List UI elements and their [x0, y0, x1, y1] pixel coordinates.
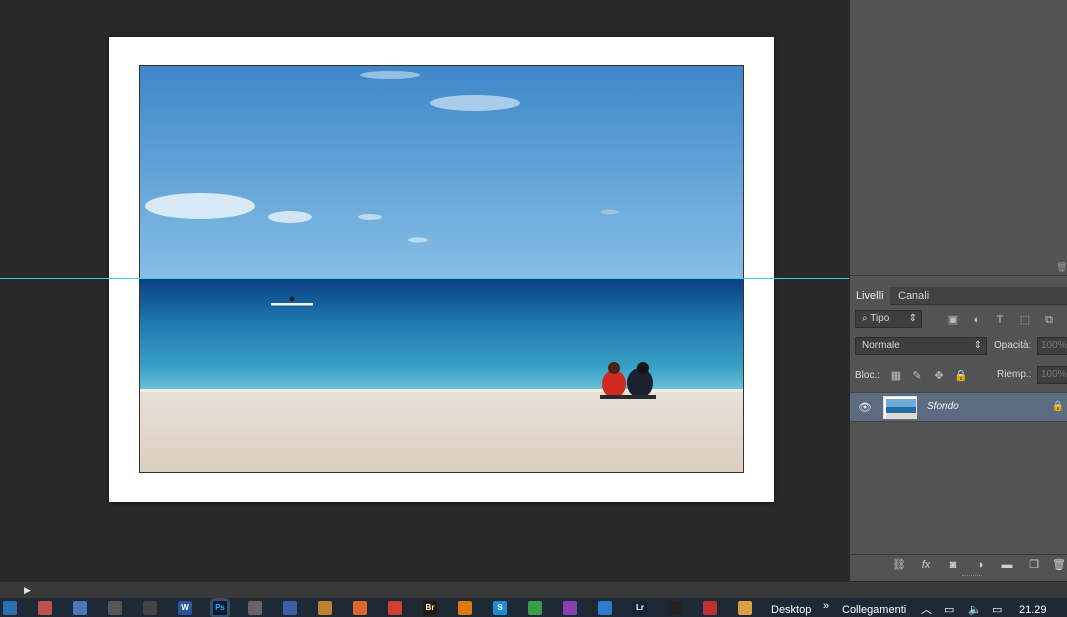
notepad-icon[interactable] [73, 601, 87, 615]
editor-icon[interactable] [563, 601, 577, 615]
bridge-icon[interactable]: Br [423, 601, 437, 615]
folder-icon[interactable]: ▬ [1000, 558, 1014, 572]
app-icon[interactable] [283, 601, 297, 615]
fill-label: Riemp.: [997, 369, 1032, 380]
panel-trash-icon[interactable]: 🗑 [1056, 262, 1067, 272]
layer-thumbnail [883, 396, 917, 419]
lock-transparent-icon[interactable]: ▦ [889, 369, 903, 383]
adjustment-layer-icon[interactable]: ◑ [973, 558, 987, 572]
new-layer-icon[interactable]: ❐ [1027, 558, 1041, 572]
layer-name[interactable]: Sfondo [927, 401, 959, 412]
filter-kind-select[interactable]: ⌕ Tipo ⇕ [855, 310, 922, 328]
canvas-workspace[interactable] [0, 0, 849, 581]
layer-lock-icon: 🔒 [1051, 401, 1064, 412]
horizontal-guide[interactable] [0, 278, 849, 279]
chevron-up-icon[interactable]: ︿ [921, 603, 932, 617]
camera-icon[interactable] [143, 601, 157, 615]
firefox-icon[interactable] [353, 601, 367, 615]
image-icon[interactable]: ▣ [946, 313, 960, 327]
network-icon[interactable]: ▭ [944, 603, 954, 617]
beach-photo [139, 65, 744, 473]
chevron-right-icon[interactable]: » [823, 599, 829, 613]
lock-all-icon[interactable]: 🔒 [954, 369, 968, 383]
updown-icon: ⇕ [973, 340, 982, 351]
windows-taskbar: W Ps Br S Lr Desktop » Collegamenti ︿ ▭ 🔈 ▭ … [0, 598, 1067, 617]
panel-resize-grip[interactable] [962, 575, 982, 578]
fx-icon[interactable]: fx [919, 558, 933, 572]
layers-panel-tabs: Livelli Canali [850, 287, 1067, 305]
layers-bottom-toolbar: ⛓ fx ◙ ◑ ▬ ❐ 🗑 [850, 554, 1067, 574]
blend-mode-label: Normale [862, 340, 900, 351]
mask-icon[interactable]: ◙ [946, 558, 960, 572]
lock-row: Bloc.: ▦ ✎ ✥ 🔒 Riemp.: 100% [850, 366, 1067, 386]
start-icon[interactable] [3, 601, 17, 615]
links-toolbar-label[interactable]: Collegamenti [842, 603, 906, 617]
desktop-toolbar-label[interactable]: Desktop [771, 603, 811, 617]
filter-kind-label: Tipo [870, 313, 890, 324]
lock-move-icon[interactable]: ✥ [932, 369, 946, 383]
lightroom-icon[interactable]: Lr [633, 601, 647, 615]
document-canvas[interactable] [109, 37, 774, 502]
link-icon[interactable]: ⛓ [892, 558, 906, 572]
scissors-icon[interactable] [703, 601, 717, 615]
vlc-icon[interactable] [458, 601, 472, 615]
explorer-icon[interactable] [738, 601, 752, 615]
blend-row: Normale ⇕ Opacità: 100% [850, 337, 1067, 357]
globe-icon[interactable] [598, 601, 612, 615]
visibility-eye-icon[interactable]: 👁 [858, 401, 872, 414]
fill-field[interactable]: 100% [1037, 366, 1067, 384]
updown-icon: ⇕ [908, 313, 917, 324]
lock-brush-icon[interactable]: ✎ [910, 369, 924, 383]
cat-icon[interactable] [248, 601, 262, 615]
clock[interactable]: 21.29 [1019, 603, 1047, 617]
trash-icon[interactable]: 🗑 [1052, 558, 1066, 572]
battery-icon[interactable]: ▭ [992, 603, 1002, 617]
brush-icon[interactable] [318, 601, 332, 615]
type-icon[interactable]: T [993, 313, 1007, 327]
shape-icon[interactable]: ⬚ [1018, 313, 1032, 327]
upper-panel: 🗑 [850, 0, 1067, 276]
blend-mode-select[interactable]: Normale ⇕ [855, 337, 987, 355]
status-bar: ▶ [0, 581, 1067, 598]
word-icon[interactable]: W [178, 601, 192, 615]
steam-icon[interactable] [668, 601, 682, 615]
tab-canali[interactable]: Canali [892, 287, 935, 305]
smart-object-icon[interactable]: ⧉ [1042, 313, 1056, 327]
opacity-field[interactable]: 100% [1037, 337, 1067, 355]
filter-row: ⌕ Tipo ⇕ ▣ ◐ T ⬚ ⧉ [850, 309, 1067, 329]
volume-icon[interactable]: 🔈 [968, 603, 982, 617]
photoshop-window: 🗑 Livelli Canali ⌕ Tipo ⇕ ▣ ◐ T ⬚ ⧉ Norm… [0, 0, 1067, 617]
lock-label: Bloc.: [855, 370, 881, 381]
skype-icon[interactable]: S [493, 601, 507, 615]
photoshop-icon[interactable]: Ps [213, 601, 227, 615]
side-panels: 🗑 Livelli Canali ⌕ Tipo ⇕ ▣ ◐ T ⬚ ⧉ Norm… [849, 0, 1067, 581]
paint-icon[interactable] [38, 601, 52, 615]
layer-row-sfondo[interactable]: 👁 Sfondo 🔒 [850, 392, 1067, 422]
ccleaner-icon[interactable] [388, 601, 402, 615]
opacity-label: Opacità: [994, 340, 1032, 351]
search-icon: ⌕ [862, 313, 871, 324]
chrome-icon[interactable] [528, 601, 542, 615]
adjust-icon[interactable]: ◐ [970, 313, 984, 327]
tab-livelli[interactable]: Livelli [850, 287, 890, 305]
play-icon[interactable]: ▶ [24, 584, 36, 596]
calculator-icon[interactable] [108, 601, 122, 615]
